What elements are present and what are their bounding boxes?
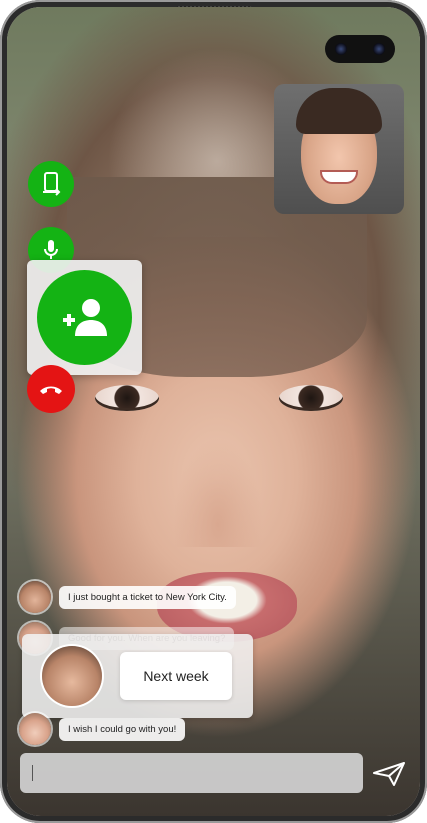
remote-video-right-eye <box>279 385 343 411</box>
avatar <box>42 646 102 706</box>
send-icon <box>373 762 405 786</box>
screen: I just bought a ticket to New York City.… <box>7 7 420 816</box>
text-cursor <box>32 765 33 781</box>
add-participant-button[interactable] <box>37 270 132 365</box>
flip-camera-button[interactable] <box>28 161 74 207</box>
send-button[interactable] <box>369 759 409 789</box>
self-preview-hair <box>296 88 382 134</box>
chat-message-row: I just bought a ticket to New York City. <box>19 581 236 613</box>
phone-frame: I just bought a ticket to New York City.… <box>0 0 427 823</box>
chat-message-row: I wish I could go with you! <box>19 713 186 745</box>
phone-hangup-icon <box>40 386 62 394</box>
message-input[interactable] <box>20 753 363 793</box>
avatar <box>19 581 51 613</box>
hang-up-button[interactable] <box>27 365 75 413</box>
chat-bubble: I wish I could go with you! <box>59 717 186 741</box>
self-preview-smile <box>322 172 356 182</box>
add-participant-card <box>27 260 142 375</box>
reply-bubble: Next week <box>120 652 232 700</box>
avatar <box>19 713 51 745</box>
remote-video-nose <box>173 437 263 547</box>
phone-rotate-icon <box>43 172 61 196</box>
front-camera-cutout <box>325 35 395 63</box>
remote-video-left-eye <box>95 385 159 411</box>
self-preview-video[interactable] <box>274 84 404 214</box>
reply-highlight-card: Next week <box>22 634 253 718</box>
chat-bubble: I just bought a ticket to New York City. <box>59 585 236 609</box>
microphone-icon <box>44 240 58 259</box>
add-person-icon <box>62 298 107 336</box>
